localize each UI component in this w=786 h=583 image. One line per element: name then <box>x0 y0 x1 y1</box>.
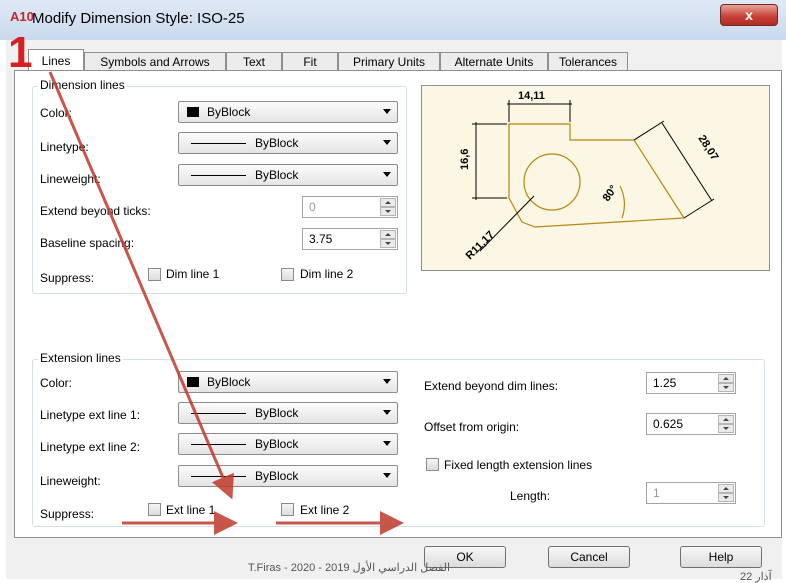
annotation-arrows <box>48 71 404 535</box>
annotation-arrow-diagonal <box>48 71 234 500</box>
